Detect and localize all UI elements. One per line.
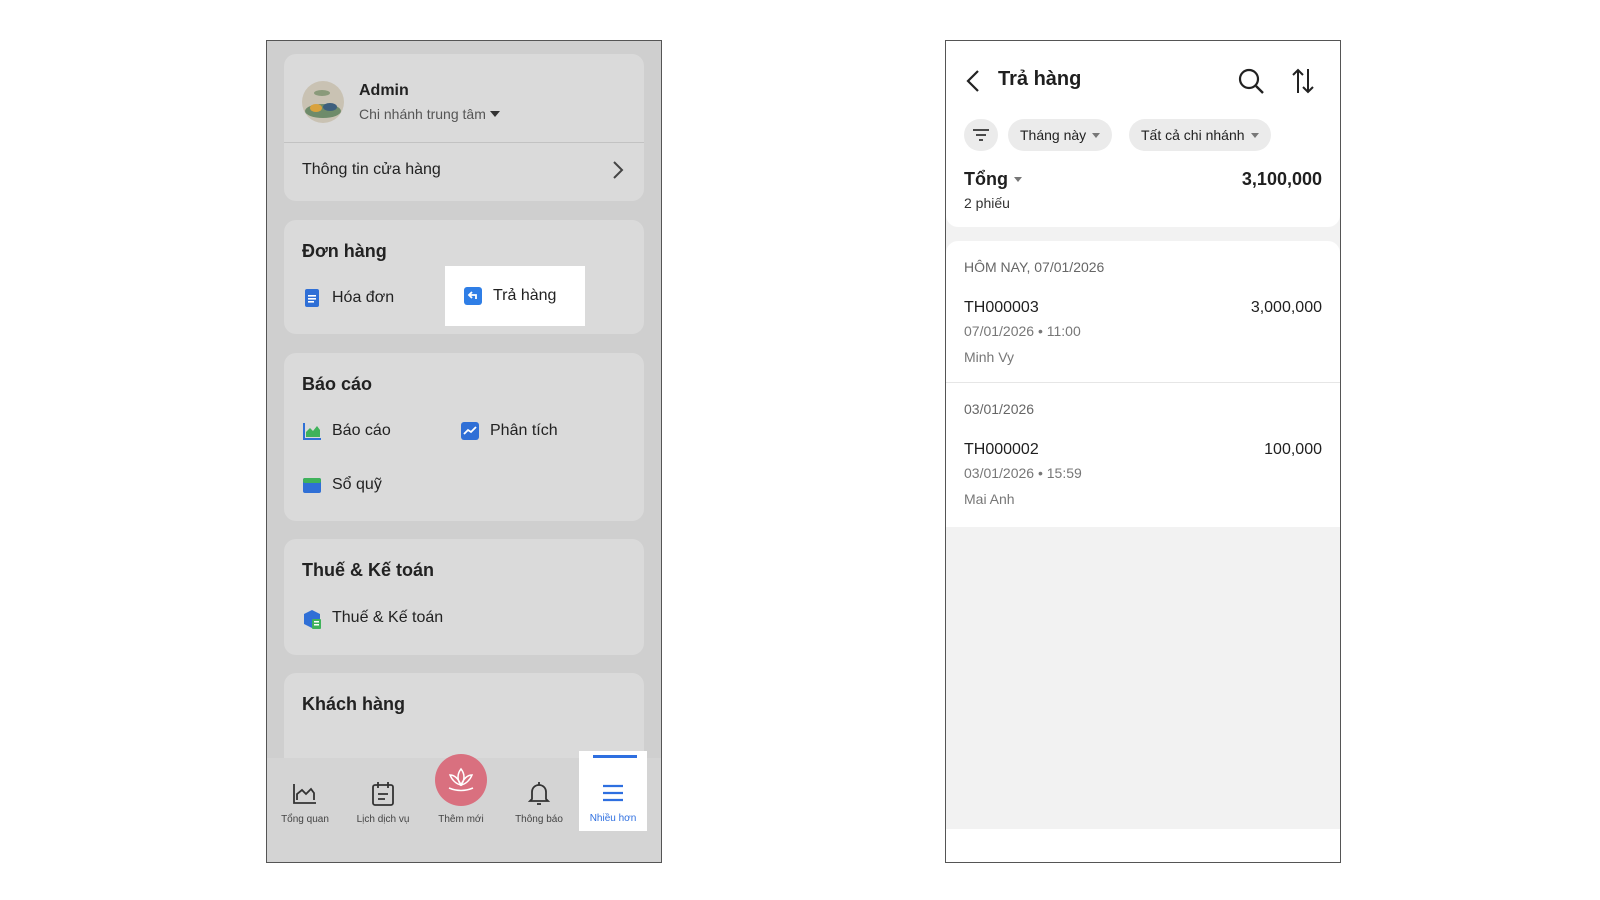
right-phone-screen: Trả hàng Tháng này Tất cả chi nhánh Tổng… (945, 40, 1341, 863)
return-icon (463, 286, 483, 306)
back-arrow-icon[interactable] (966, 69, 980, 93)
transaction-code: TH000002 (964, 441, 1039, 458)
menu-tax[interactable]: Thuế & Kế toán (284, 588, 504, 648)
reports-title: Báo cáo (302, 374, 373, 394)
page-title: Trả hàng (998, 68, 1082, 90)
bottom-nav: Tổng quan Lịch dịch vụ Thêm mới Thông bá… (267, 751, 661, 862)
transaction-code: TH000003 (964, 299, 1039, 316)
nav-add-new-label: Thêm mới (438, 814, 484, 825)
total-label: Tổng (964, 169, 1008, 189)
nav-more-label: Nhiều hơn (589, 813, 637, 824)
transaction-amount: 100,000 (1264, 441, 1322, 458)
wallet-icon (302, 475, 322, 495)
filter-icon (973, 129, 989, 141)
transaction-person: Mai Anh (964, 491, 1015, 507)
branch-label: Chi nhánh trung tâm (359, 106, 486, 122)
menu-reports-label: Báo cáo (332, 422, 391, 439)
search-icon[interactable] (1237, 67, 1265, 95)
menu-returns-label: Trả hàng (493, 287, 557, 304)
branch-filter-label: Tất cả chi nhánh (1141, 127, 1245, 143)
menu-reports[interactable]: Báo cáo (284, 401, 434, 461)
left-phone-screen: Admin Chi nhánh trung tâm Thông tin cửa … (266, 40, 662, 863)
tax-title: Thuế & Kế toán (302, 560, 435, 580)
orders-card: Đơn hàng Hóa đơn Trả hàng (284, 220, 644, 334)
filter-button[interactable] (964, 119, 998, 151)
caret-down-icon (1013, 177, 1022, 182)
branch-filter-chip[interactable]: Tất cả chi nhánh (1129, 119, 1271, 151)
transaction-amount: 3,000,000 (1250, 299, 1322, 316)
date-header: HÔM NAY, 07/01/2026 (964, 259, 1105, 275)
nav-active-indicator (593, 755, 637, 758)
period-filter-label: Tháng này (1020, 127, 1087, 143)
reports-card: Báo cáo Báo cáo Phân tích Sổ quỹ (284, 353, 644, 521)
menu-analytics-label: Phân tích (490, 422, 558, 439)
nav-add-new[interactable]: Thêm mới (423, 754, 499, 838)
nav-notifications-label: Thông báo (515, 814, 563, 825)
bottom-safe-area (946, 829, 1340, 862)
trend-icon (460, 421, 480, 441)
menu-cashbook[interactable]: Sổ quỹ (284, 455, 434, 515)
transaction-datetime: 07/01/2026 • 11:00 (964, 323, 1081, 339)
caret-down-icon (489, 111, 500, 117)
caret-down-icon (1092, 132, 1101, 138)
bell-icon (525, 780, 553, 808)
record-count: 2 phiếu (964, 195, 1010, 211)
period-filter-chip[interactable]: Tháng này (1008, 119, 1113, 151)
store-info-label: Thông tin cửa hàng (302, 161, 441, 178)
date-header: 03/01/2026 (964, 401, 1035, 417)
nav-overview-label: Tổng quan (281, 814, 329, 825)
transaction-list: HÔM NAY, 07/01/2026 TH000003 3,000,000 0… (946, 241, 1340, 527)
chart-icon (291, 780, 319, 808)
menu-analytics[interactable]: Phân tích (442, 401, 602, 461)
profile-name: Admin (359, 82, 409, 99)
header-area: Trả hàng Tháng này Tất cả chi nhánh Tổng… (946, 41, 1340, 227)
transaction-row[interactable]: TH000002 100,000 03/01/2026 • 15:59 Mai … (946, 427, 1340, 523)
customers-title: Khách hàng (302, 694, 406, 714)
transaction-datetime: 03/01/2026 • 15:59 (964, 465, 1082, 481)
calculator-icon (302, 608, 322, 629)
nav-notifications[interactable]: Thông báo (501, 758, 577, 838)
branch-selector[interactable]: Chi nhánh trung tâm (359, 106, 500, 122)
store-info-row[interactable]: Thông tin cửa hàng (284, 143, 644, 201)
menu-returns[interactable]: Trả hàng (445, 266, 585, 326)
menu-invoice-label: Hóa đơn (332, 289, 395, 306)
calendar-icon (369, 780, 397, 808)
menu-icon (599, 779, 627, 807)
orders-title: Đơn hàng (302, 241, 387, 261)
nav-more[interactable]: Nhiều hơn (579, 751, 647, 831)
nav-schedule-label: Lịch dịch vụ (356, 814, 410, 825)
menu-invoice[interactable]: Hóa đơn (284, 268, 434, 328)
transaction-person: Minh Vy (964, 349, 1015, 365)
divider (946, 382, 1340, 383)
caret-down-icon (1250, 132, 1259, 138)
profile-card: Admin Chi nhánh trung tâm Thông tin cửa … (284, 54, 644, 201)
transaction-row[interactable]: TH000003 3,000,000 07/01/2026 • 11:00 Mi… (946, 285, 1340, 381)
chevron-right-icon (613, 161, 624, 179)
tax-card: Thuế & Kế toán Thuế & Kế toán (284, 539, 644, 655)
nav-schedule[interactable]: Lịch dịch vụ (345, 758, 421, 838)
store-logo (302, 81, 344, 123)
menu-tax-label: Thuế & Kế toán (332, 609, 444, 626)
nav-overview[interactable]: Tổng quan (267, 758, 343, 838)
lotus-add-button[interactable] (435, 754, 487, 806)
document-icon (302, 288, 322, 308)
area-chart-icon (302, 421, 322, 441)
menu-cashbook-label: Sổ quỹ (332, 476, 382, 493)
lotus-icon (448, 767, 474, 792)
sort-icon[interactable] (1291, 67, 1315, 95)
total-amount: 3,100,000 (1241, 169, 1322, 189)
total-selector[interactable]: Tổng (964, 169, 1022, 190)
